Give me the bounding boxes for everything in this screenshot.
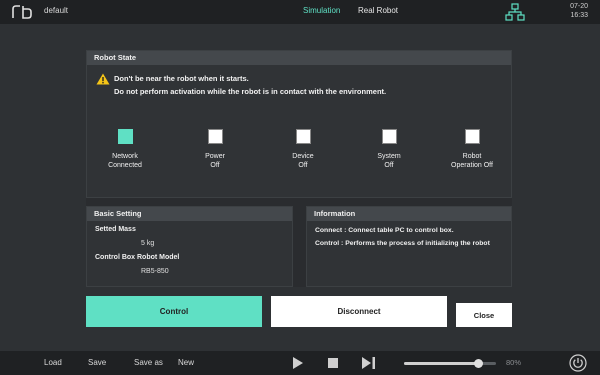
mass-value: 5 kg xyxy=(141,240,155,247)
robot-model-label: Control Box Robot Model xyxy=(95,254,180,261)
tab-real-robot[interactable]: Real Robot xyxy=(358,6,398,15)
speed-slider-handle[interactable] xyxy=(473,359,483,368)
load-button[interactable]: Load xyxy=(44,358,62,367)
stop-icon[interactable] xyxy=(328,358,338,368)
control-button[interactable]: Control xyxy=(86,296,262,327)
status-indicator-robot-operation xyxy=(464,129,480,144)
status-label-power: Power Off xyxy=(180,152,250,170)
bottom-bar: Load Save Save as New 80% xyxy=(0,351,600,375)
status-power: Power Off xyxy=(180,129,250,170)
warning-line-2: Do not perform activation while the robo… xyxy=(114,87,387,96)
status-label-system: System Off xyxy=(354,152,424,170)
status-label-line: Power xyxy=(205,153,225,160)
speed-slider-fill xyxy=(404,362,478,365)
status-system: System Off xyxy=(354,129,424,170)
project-name: default xyxy=(44,6,69,15)
rb-logo-icon xyxy=(12,5,32,19)
status-label-robot-operation: Robot Operation Off xyxy=(437,152,507,170)
date-time: 07-20 16:33 xyxy=(570,2,588,20)
top-bar: default Simulation Real Robot 07-20 16:3… xyxy=(0,0,600,24)
skip-next-icon[interactable] xyxy=(362,357,376,369)
status-indicator-system xyxy=(381,129,397,144)
status-label-line: Operation Off xyxy=(451,162,493,169)
status-label-line: Off xyxy=(384,162,394,169)
save-button[interactable]: Save xyxy=(88,358,106,367)
status-label-line: Robot xyxy=(462,153,482,160)
robot-state-header: Robot State xyxy=(87,51,511,65)
date-text: 07-20 xyxy=(570,3,588,10)
network-icon[interactable] xyxy=(505,3,525,21)
new-button[interactable]: New xyxy=(178,358,194,367)
info-line-control: Control : Performs the process of initia… xyxy=(315,240,490,247)
basic-setting-header: Basic Setting xyxy=(87,207,292,221)
mass-label: Setted Mass xyxy=(95,226,136,233)
status-label-network: Network Connected xyxy=(90,152,160,170)
speed-slider[interactable] xyxy=(404,359,496,368)
status-label-line: Device xyxy=(292,153,314,160)
status-label-line: Connected xyxy=(108,162,142,169)
play-icon[interactable] xyxy=(292,357,304,369)
tab-simulation[interactable]: Simulation xyxy=(303,6,340,15)
status-indicator-network xyxy=(117,129,133,144)
warning-icon xyxy=(96,73,110,85)
basic-setting-section: Basic Setting Setted Mass 5 kg Control B… xyxy=(86,206,293,287)
status-network: Network Connected xyxy=(90,129,160,170)
time-text: 16:33 xyxy=(570,12,588,19)
save-as-button[interactable]: Save as xyxy=(134,358,163,367)
status-label-device: Device Off xyxy=(268,152,338,170)
status-device: Device Off xyxy=(268,129,338,170)
status-indicator-device xyxy=(295,129,311,144)
status-indicator-power xyxy=(207,129,223,144)
close-button[interactable]: Close xyxy=(456,303,512,327)
status-label-line: Off xyxy=(210,162,220,169)
power-icon[interactable] xyxy=(569,354,587,372)
status-label-line: Network xyxy=(112,153,138,160)
disconnect-button[interactable]: Disconnect xyxy=(271,296,447,327)
information-header: Information xyxy=(307,207,511,221)
status-label-line: Off xyxy=(298,162,308,169)
status-robot-operation: Robot Operation Off xyxy=(437,129,507,170)
robot-state-section: Robot State Don't be near the robot when… xyxy=(86,50,512,198)
speed-value: 80% xyxy=(506,358,522,367)
robot-model-value: RB5-850 xyxy=(141,268,169,275)
status-label-line: System xyxy=(377,153,401,160)
information-section: Information Connect : Connect table PC t… xyxy=(306,206,512,287)
info-line-connect: Connect : Connect table PC to control bo… xyxy=(315,227,454,234)
warning-line-1: Don't be near the robot when it starts. xyxy=(114,74,249,83)
